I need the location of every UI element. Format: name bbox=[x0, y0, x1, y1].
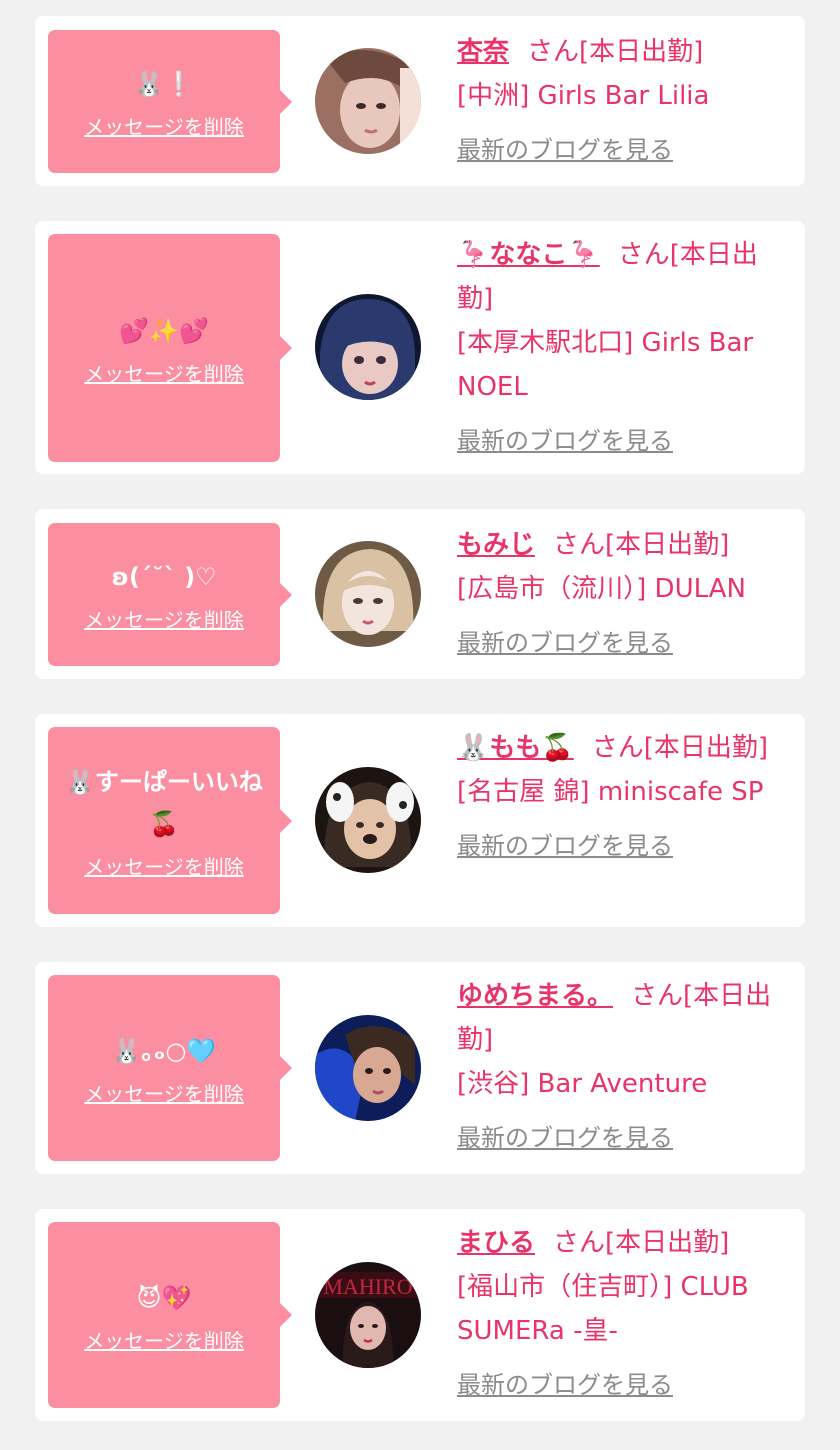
shop-name: [広島市（流川）] DULAN bbox=[457, 574, 746, 604]
latest-blog-link[interactable]: 最新のブログを見る bbox=[457, 824, 673, 868]
card-info: 杏奈 さん[本日出勤] [中洲] Girls Bar Lilia 最新のブログを見… bbox=[457, 30, 792, 172]
shop-name: [渋谷] Bar Aventure bbox=[457, 1069, 708, 1099]
cast-name-link[interactable]: ゆめちまる。 bbox=[457, 981, 613, 1011]
list-item: 😈💖 メッセージを削除 MAHIRO まひる さん[本日出勤] [福山市（住吉町）… bbox=[35, 1209, 805, 1421]
card-info: ゆめちまる。 さん[本日出勤] [渋谷] Bar Aventure 最新のブログを… bbox=[457, 974, 792, 1160]
list-item: 💕✨💕 メッセージを削除 🦩ななこ🦩 さん[本日出勤] [本厚木駅北口] Girl… bbox=[35, 221, 805, 474]
message-text: ʚ(ˊ˘ˋ )♡ bbox=[111, 563, 217, 591]
message-list: 🐰❕ メッセージを削除 杏奈 さん[本日出勤] [中洲] Girls Bar Li… bbox=[0, 0, 840, 1450]
avatar[interactable] bbox=[315, 48, 421, 154]
latest-blog-link[interactable]: 最新のブログを見る bbox=[457, 1363, 673, 1407]
message-bubble: 💕✨💕 メッセージを削除 bbox=[48, 234, 292, 462]
card-info: 🦩ななこ🦩 さん[本日出勤] [本厚木駅北口] Girls Bar NOEL 最新… bbox=[457, 233, 792, 463]
list-item: 🐰｡ₒ○🩵 メッセージを削除 ゆめちまる。 さん[本日出勤] [渋谷] Bar A… bbox=[35, 962, 805, 1174]
cast-name-link[interactable]: まひる bbox=[457, 1228, 535, 1258]
cast-name-link[interactable]: 🦩ななこ🦩 bbox=[457, 240, 600, 270]
shop-name: [本厚木駅北口] Girls Bar NOEL bbox=[457, 328, 754, 402]
avatar-logo-text: MAHIRO bbox=[323, 1274, 412, 1299]
card-info: まひる さん[本日出勤] [福山市（住吉町）] CLUB SUMERa -皇- 最… bbox=[457, 1221, 792, 1407]
message-bubble: 🐰｡ₒ○🩵 メッセージを削除 bbox=[48, 975, 292, 1161]
shop-name: [中洲] Girls Bar Lilia bbox=[457, 81, 710, 111]
delete-message-link[interactable]: メッセージを削除 bbox=[84, 1325, 244, 1354]
message-text: 💕✨💕 bbox=[119, 316, 209, 345]
list-item: ʚ(ˊ˘ˋ )♡ メッセージを削除 もみじ さん[本日出勤] [広島市（流川）] … bbox=[35, 509, 805, 679]
list-item: 🐰すーぱーいいね🍒 メッセージを削除 🐰もも🍒 さん[本日出勤] [名古屋 錦] … bbox=[35, 714, 805, 927]
avatar[interactable] bbox=[315, 541, 421, 647]
message-text: 🐰❕ bbox=[134, 70, 194, 98]
message-text: 🐰すーぱーいいね🍒 bbox=[65, 768, 263, 838]
shop-name: [福山市（住吉町）] CLUB SUMERa -皇- bbox=[457, 1272, 749, 1346]
card-info: もみじ さん[本日出勤] [広島市（流川）] DULAN 最新のブログを見る bbox=[457, 523, 792, 665]
delete-message-link[interactable]: メッセージを削除 bbox=[84, 1078, 244, 1107]
card-info: 🐰もも🍒 さん[本日出勤] [名古屋 錦] miniscafe SP 最新のブログ… bbox=[457, 726, 792, 868]
avatar[interactable]: MAHIRO bbox=[315, 1262, 421, 1368]
delete-message-link[interactable]: メッセージを削除 bbox=[84, 358, 244, 387]
attendance-status: さん[本日出勤] bbox=[527, 37, 704, 67]
attendance-status: さん[本日出勤] bbox=[591, 733, 769, 763]
attendance-status: さん[本日出勤] bbox=[553, 1228, 730, 1258]
attendance-status: さん[本日出勤] bbox=[553, 530, 730, 560]
cast-name-link[interactable]: 🐰もも🍒 bbox=[457, 733, 574, 763]
message-text: 😈💖 bbox=[136, 1283, 192, 1312]
latest-blog-link[interactable]: 最新のブログを見る bbox=[457, 419, 673, 463]
message-bubble: 😈💖 メッセージを削除 bbox=[48, 1222, 292, 1408]
delete-message-link[interactable]: メッセージを削除 bbox=[84, 111, 244, 140]
message-bubble: 🐰❕ メッセージを削除 bbox=[48, 30, 292, 173]
delete-message-link[interactable]: メッセージを削除 bbox=[84, 604, 244, 633]
cast-name-link[interactable]: もみじ bbox=[457, 530, 535, 560]
latest-blog-link[interactable]: 最新のブログを見る bbox=[457, 1116, 673, 1160]
delete-message-link[interactable]: メッセージを削除 bbox=[84, 851, 244, 880]
latest-blog-link[interactable]: 最新のブログを見る bbox=[457, 621, 673, 665]
message-bubble: 🐰すーぱーいいね🍒 メッセージを削除 bbox=[48, 727, 292, 914]
avatar[interactable] bbox=[315, 767, 421, 873]
message-bubble: ʚ(ˊ˘ˋ )♡ メッセージを削除 bbox=[48, 523, 292, 666]
latest-blog-link[interactable]: 最新のブログを見る bbox=[457, 128, 673, 172]
avatar[interactable] bbox=[315, 1015, 421, 1121]
list-item: 🐰❕ メッセージを削除 杏奈 さん[本日出勤] [中洲] Girls Bar Li… bbox=[35, 16, 805, 186]
avatar[interactable] bbox=[315, 294, 421, 400]
cast-name-link[interactable]: 杏奈 bbox=[457, 37, 509, 67]
message-text: 🐰｡ₒ○🩵 bbox=[111, 1036, 217, 1065]
shop-name: [名古屋 錦] miniscafe SP bbox=[457, 777, 764, 807]
